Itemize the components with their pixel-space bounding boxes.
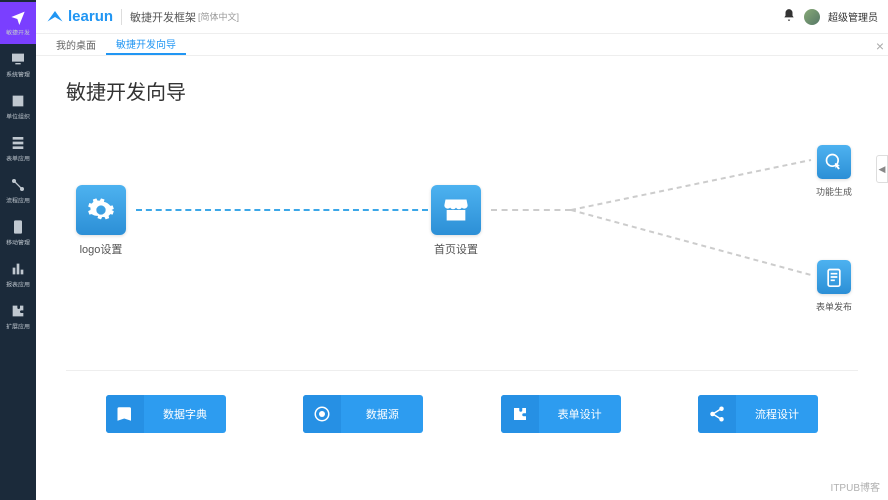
form-icon	[9, 134, 27, 152]
cursor-icon	[824, 152, 844, 172]
hr	[66, 370, 858, 371]
target-icon	[303, 395, 341, 433]
node-label: logo设置	[80, 241, 123, 257]
sidebar-item-system[interactable]: 系统管理	[0, 44, 36, 86]
flow-icon	[9, 176, 27, 194]
tabs: 我的桌面 敏捷开发向导 ×	[36, 34, 888, 56]
sidebar-label: 扩展应用	[6, 323, 30, 332]
sidebar-item-extend[interactable]: 扩展应用	[0, 296, 36, 338]
mobile-icon	[9, 218, 27, 236]
logo[interactable]: learun	[46, 8, 113, 26]
sidebar-item-agile-dev[interactable]: 敏捷开发	[0, 2, 36, 44]
share-icon	[698, 395, 736, 433]
sidebar-item-mobile[interactable]: 移动管理	[0, 212, 36, 254]
sidebar-item-form[interactable]: 表单应用	[0, 128, 36, 170]
node-logo[interactable]: logo设置	[76, 185, 126, 257]
plane-icon	[9, 8, 27, 26]
sidebar-label: 报表应用	[6, 281, 30, 290]
node-label: 表单发布	[816, 300, 852, 313]
action-form-design[interactable]: 表单设计	[501, 395, 621, 433]
sidebar-label: 系统管理	[6, 71, 30, 80]
tab-desktop[interactable]: 我的桌面	[46, 34, 106, 55]
gear-icon	[87, 196, 115, 224]
bell-icon[interactable]	[782, 8, 796, 25]
action-dict[interactable]: 数据字典	[106, 395, 226, 433]
header: learun 敏捷开发框架 [简体中文] 超级管理员	[36, 0, 888, 34]
flow-diagram: logo设置 首页设置 功能生成 表单发布	[66, 145, 858, 325]
sidebar-label: 单位组织	[6, 113, 30, 122]
page-title: 敏捷开发向导	[66, 76, 858, 105]
node-label: 首页设置	[434, 241, 478, 257]
action-source[interactable]: 数据源	[303, 395, 423, 433]
node-home[interactable]: 首页设置	[431, 185, 481, 257]
sidebar-label: 流程应用	[6, 197, 30, 206]
chart-icon	[9, 260, 27, 278]
sidebar: 敏捷开发 系统管理 单位组织 表单应用 流程应用 移动管理 报表应用 扩展应用	[0, 0, 36, 500]
badge-icon	[9, 92, 27, 110]
close-icon[interactable]: ×	[876, 38, 884, 54]
sidebar-label: 移动管理	[6, 239, 30, 248]
action-bar: 数据字典 数据源 表单设计 流程设计	[66, 395, 858, 433]
book-icon	[106, 395, 144, 433]
divider	[121, 9, 122, 25]
sidebar-item-flow[interactable]: 流程应用	[0, 170, 36, 212]
node-func[interactable]: 功能生成	[816, 145, 852, 198]
tab-wizard[interactable]: 敏捷开发向导	[106, 34, 186, 55]
logo-icon	[46, 8, 64, 26]
action-flow-design[interactable]: 流程设计	[698, 395, 818, 433]
connector-diag	[571, 145, 821, 325]
slide-toggle[interactable]: ◀	[876, 155, 888, 183]
brand-text: learun	[68, 8, 113, 25]
clipboard-icon	[824, 267, 844, 287]
action-label: 表单设计	[539, 406, 621, 422]
puzzle-icon	[501, 395, 539, 433]
node-label: 功能生成	[816, 185, 852, 198]
sidebar-label: 表单应用	[6, 155, 30, 164]
main-content: 敏捷开发向导 logo设置 首页设置 功能生成 表单发布	[36, 56, 888, 500]
avatar[interactable]	[804, 9, 820, 25]
monitor-icon	[9, 50, 27, 68]
user-name[interactable]: 超级管理员	[828, 9, 878, 24]
sidebar-label: 敏捷开发	[6, 29, 30, 38]
store-icon	[442, 196, 470, 224]
node-form-publish[interactable]: 表单发布	[816, 260, 852, 313]
connector-line-gray	[491, 209, 571, 211]
action-label: 流程设计	[736, 406, 818, 422]
sidebar-item-org[interactable]: 单位组织	[0, 86, 36, 128]
watermark: ITPUB博客	[831, 479, 880, 494]
app-title: 敏捷开发框架	[130, 9, 196, 25]
action-label: 数据字典	[144, 406, 226, 422]
app-subtitle: [简体中文]	[198, 10, 239, 23]
action-label: 数据源	[341, 406, 423, 422]
connector-line	[136, 209, 428, 211]
sidebar-item-report[interactable]: 报表应用	[0, 254, 36, 296]
puzzle-icon	[9, 302, 27, 320]
